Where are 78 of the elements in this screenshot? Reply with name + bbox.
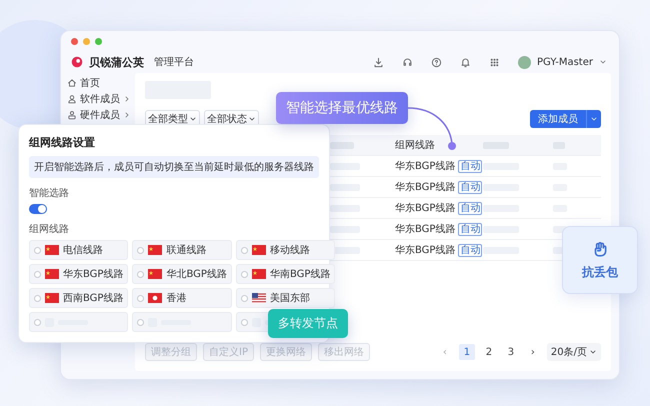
toggle-switch[interactable]: [29, 204, 47, 214]
field-label: 组网线路: [29, 222, 70, 236]
route-option[interactable]: 电信线路: [29, 240, 128, 260]
info-notice: 开启智能选路后，成员可自动切换至当前延时最低的服务器线路: [29, 156, 319, 178]
china-flag-icon: [45, 293, 59, 303]
auto-tag: 自动: [458, 222, 482, 236]
home-icon: [67, 78, 77, 88]
radio-button[interactable]: [34, 246, 41, 254]
brand-name: 贝锐蒲公英: [89, 54, 144, 70]
route-option[interactable]: 美国东部: [236, 288, 336, 308]
auto-tag: 自动: [458, 202, 482, 214]
logo-icon: [71, 56, 83, 68]
text-placeholder: [483, 246, 519, 254]
panel-title: 组网线路设置: [29, 135, 96, 151]
route-name: 华东BGP线路: [395, 180, 456, 194]
page-number[interactable]: 1: [458, 344, 475, 360]
auto-tag: 自动: [458, 160, 482, 172]
sidebar-item[interactable]: 首页: [61, 75, 135, 91]
download-icon[interactable]: [373, 56, 384, 68]
route-name: 华东BGP线路: [395, 202, 456, 215]
china-flag-icon: [148, 269, 162, 279]
route-option[interactable]: 联通线路: [132, 240, 232, 260]
radio-button[interactable]: [240, 270, 248, 278]
person-icon: [67, 110, 77, 120]
china-flag-icon: [148, 245, 162, 255]
page-number[interactable]: 3: [502, 344, 519, 360]
radio-button[interactable]: [137, 246, 144, 254]
text-placeholder: [483, 184, 519, 190]
product-name: 管理平台: [154, 56, 194, 69]
auto-tag: 自动: [458, 180, 482, 194]
page-size-dropdown[interactable]: 20条/页: [546, 343, 601, 361]
china-flag-icon: [252, 245, 266, 255]
column-header: 组网线路: [395, 135, 483, 156]
sidebar-item[interactable]: 硬件成员: [61, 107, 135, 123]
feature-label: 抗丢包: [582, 264, 618, 280]
next-page[interactable]: ›: [524, 344, 541, 360]
caret-icon: [189, 115, 197, 123]
bell-icon[interactable]: [460, 56, 472, 68]
radio-button[interactable]: [34, 270, 41, 278]
radio-button[interactable]: [240, 246, 248, 254]
route-option[interactable]: 华南BGP线路: [236, 264, 336, 284]
radio-button[interactable]: [34, 294, 41, 302]
caret-icon: [248, 115, 256, 123]
us-flag-icon: [252, 293, 266, 303]
china-flag-icon: [252, 269, 266, 279]
route-name: 华东BGP线路: [395, 160, 456, 173]
route-option[interactable]: 华北BGP线路: [132, 264, 232, 284]
hong-kong-flag-icon: [148, 293, 162, 303]
radio-button[interactable]: [137, 294, 144, 302]
route-option[interactable]: 香港: [132, 288, 232, 308]
help-icon[interactable]: [431, 56, 442, 68]
route-name: 华东BGP线路: [395, 244, 456, 257]
avatar[interactable]: [518, 56, 532, 68]
route-option[interactable]: 华东BGP线路: [29, 264, 128, 284]
user-name[interactable]: PGY-Master: [537, 56, 593, 68]
caret-icon: [589, 348, 597, 356]
page-number[interactable]: 2: [480, 344, 497, 360]
china-flag-icon: [45, 269, 59, 279]
text-placeholder: [483, 226, 519, 232]
text-placeholder: [483, 162, 519, 170]
china-flag-icon: [45, 245, 59, 255]
auto-tag: 自动: [458, 244, 482, 256]
callout-tooltip: 多转发节点: [268, 309, 348, 338]
route-option[interactable]: 移动线路: [236, 240, 336, 260]
sidebar-item[interactable]: 软件成员: [61, 91, 135, 107]
caret-icon: [590, 115, 598, 123]
route-name: 华东BGP线路: [395, 222, 456, 236]
radio-button[interactable]: [137, 270, 144, 278]
callout-tooltip: 智能选择最优线路: [276, 92, 408, 124]
field-label: 智能选路: [29, 186, 70, 200]
route-option[interactable]: 西南BGP线路: [29, 288, 128, 308]
radio-button[interactable]: [240, 294, 248, 302]
user-icon: [67, 94, 77, 104]
caret-icon[interactable]: [599, 58, 607, 66]
text-placeholder: [483, 204, 519, 212]
apps-icon[interactable]: [489, 56, 500, 68]
add-member-button[interactable]: 添加成员: [530, 110, 601, 128]
headset-icon[interactable]: [402, 56, 414, 68]
